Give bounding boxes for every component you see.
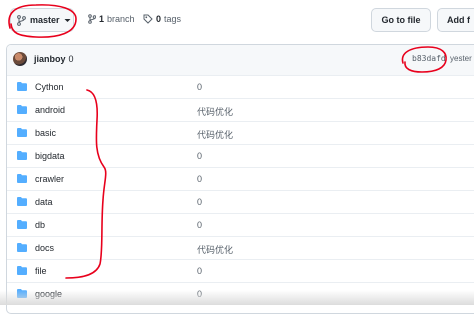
file-row[interactable]: file 0 bbox=[7, 259, 474, 282]
branches-link[interactable]: 1 branch bbox=[88, 14, 135, 24]
folder-icon bbox=[17, 197, 27, 206]
file-row[interactable]: db 0 bbox=[7, 213, 474, 236]
file-row[interactable]: basic 代码优化 bbox=[7, 121, 474, 144]
folder-icon bbox=[17, 151, 27, 160]
branches-label: branch bbox=[107, 14, 135, 24]
chevron-down-icon bbox=[64, 18, 71, 22]
commit-author-name: jianboy bbox=[34, 54, 66, 64]
commit-sha-link[interactable]: b83dafd bbox=[412, 54, 446, 63]
file-name[interactable]: data bbox=[35, 197, 53, 207]
commit-message[interactable]: 0 bbox=[197, 151, 202, 161]
file-name[interactable]: db bbox=[35, 220, 45, 230]
file-row[interactable]: android 代码优化 bbox=[7, 98, 474, 121]
folder-icon bbox=[17, 128, 27, 137]
go-to-file-button[interactable]: Go to file bbox=[371, 8, 431, 32]
file-row[interactable]: data 0 bbox=[7, 190, 474, 213]
git-branch-icon bbox=[88, 14, 96, 24]
folder-icon bbox=[17, 266, 27, 275]
folder-icon bbox=[17, 174, 27, 183]
commit-author[interactable]: jianboy 0 bbox=[34, 54, 74, 64]
commit-message[interactable]: 0 bbox=[197, 266, 202, 276]
file-list: jianboy 0 b83dafd yester Cython 0 android… bbox=[6, 44, 474, 314]
commit-message[interactable]: 代码优化 bbox=[197, 105, 233, 118]
file-name[interactable]: bigdata bbox=[35, 151, 65, 161]
tags-link[interactable]: 0 tags bbox=[143, 14, 181, 24]
repo-toolbar: master 1 branch 0 tags Go to file Add f bbox=[0, 0, 474, 44]
folder-icon bbox=[17, 243, 27, 252]
commit-count: 0 bbox=[68, 54, 74, 64]
tag-icon bbox=[143, 14, 153, 24]
commit-message[interactable]: 代码优化 bbox=[197, 243, 233, 256]
file-row[interactable]: crawler 0 bbox=[7, 167, 474, 190]
commit-message[interactable]: 0 bbox=[197, 197, 202, 207]
file-row[interactable]: bigdata 0 bbox=[7, 144, 474, 167]
branches-count: 1 bbox=[99, 14, 105, 24]
folder-icon bbox=[17, 82, 27, 91]
folder-icon bbox=[17, 105, 27, 114]
commit-message[interactable]: 0 bbox=[197, 174, 202, 184]
add-file-button[interactable]: Add f bbox=[437, 8, 474, 32]
file-name[interactable]: Cython bbox=[35, 82, 64, 92]
file-name[interactable]: file bbox=[35, 266, 47, 276]
file-name[interactable]: android bbox=[35, 105, 65, 115]
tags-count: 0 bbox=[156, 14, 162, 24]
commit-message[interactable]: 0 bbox=[197, 82, 202, 92]
folder-icon bbox=[17, 220, 27, 229]
bottom-shadow bbox=[0, 290, 474, 305]
commit-time: yester bbox=[450, 54, 472, 63]
file-name[interactable]: docs bbox=[35, 243, 54, 253]
latest-commit-bar: jianboy 0 b83dafd yester bbox=[7, 45, 474, 76]
commit-message[interactable]: 0 bbox=[197, 220, 202, 230]
file-row[interactable]: docs 代码优化 bbox=[7, 236, 474, 259]
commit-message[interactable]: 代码优化 bbox=[197, 128, 233, 141]
file-name[interactable]: basic bbox=[35, 128, 56, 138]
tags-label: tags bbox=[164, 14, 182, 24]
file-name[interactable]: crawler bbox=[35, 174, 64, 184]
avatar[interactable] bbox=[13, 52, 27, 66]
branch-selector-button[interactable]: master bbox=[10, 8, 74, 32]
file-row[interactable]: Cython 0 bbox=[7, 75, 474, 98]
branch-name: master bbox=[30, 15, 60, 25]
git-branch-icon bbox=[17, 14, 26, 26]
